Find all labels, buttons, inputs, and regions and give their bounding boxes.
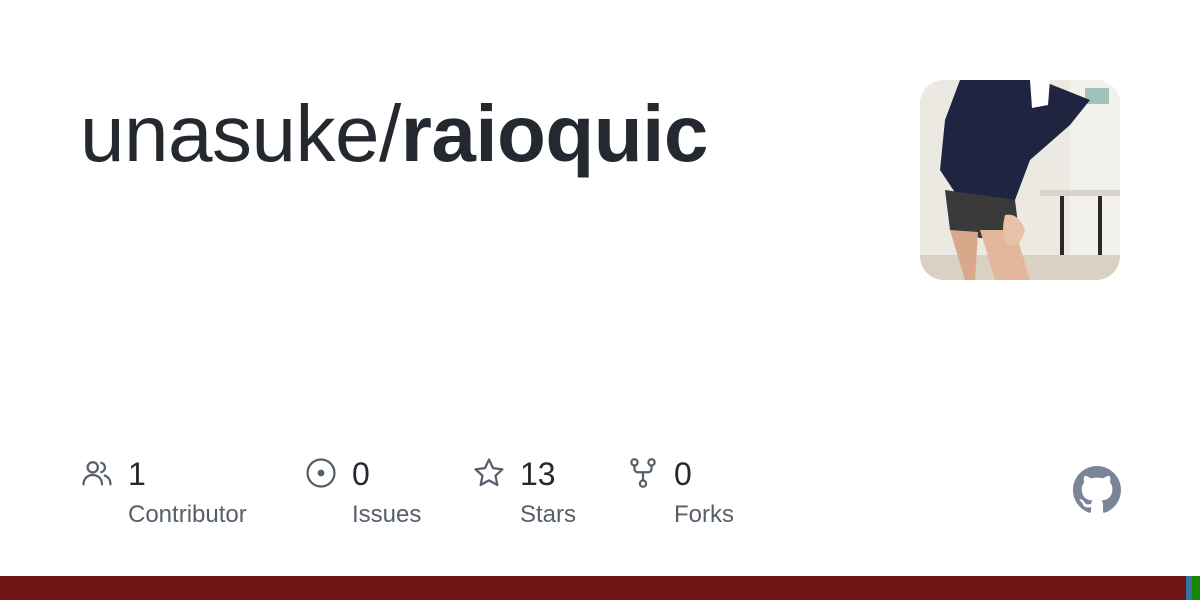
language-bar <box>0 576 1200 600</box>
owner-avatar <box>920 80 1120 280</box>
forks-label: Forks <box>674 501 734 528</box>
forks-count: 0 <box>674 456 692 492</box>
people-icon <box>80 456 114 490</box>
repo-owner: unasuke/ <box>80 89 401 178</box>
contributors-label: Contributor <box>128 501 247 528</box>
repo-name: raioquic <box>400 89 709 178</box>
avatar-photo <box>920 80 1120 280</box>
repo-title: unasuke/raioquic <box>80 84 708 184</box>
star-icon <box>472 456 506 490</box>
issues-count: 0 <box>352 456 370 492</box>
language-bar-segment <box>0 576 1186 600</box>
stars-label: Stars <box>520 501 577 528</box>
issues-label: Issues <box>352 501 422 528</box>
stars-count: 13 <box>520 456 556 492</box>
issue-opened-icon <box>304 456 338 490</box>
language-bar-segment <box>1192 576 1200 600</box>
contributors-count: 1 <box>128 456 146 492</box>
repo-forked-icon <box>626 456 660 490</box>
github-mark-icon[interactable] <box>1073 466 1121 514</box>
